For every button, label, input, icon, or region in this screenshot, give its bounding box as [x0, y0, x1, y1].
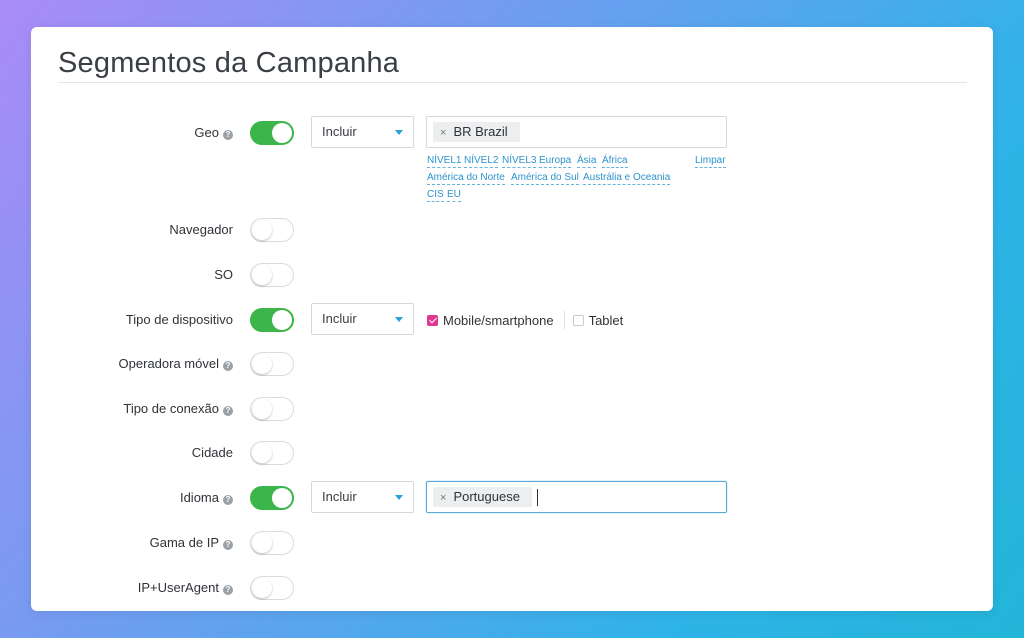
link-asia[interactable]: Ásia [577, 155, 597, 168]
idioma-mode-value: Incluir [322, 489, 357, 504]
link-australia[interactable]: Austrália e Oceania [583, 172, 671, 185]
so-label: SO [214, 267, 233, 282]
toggle-knob [272, 310, 292, 330]
text-cursor [537, 489, 538, 506]
tipo-conexao-label-text: Tipo de conexão [123, 401, 219, 416]
gama-ip-toggle[interactable] [250, 531, 294, 555]
operadora-label: Operadora móvel? [119, 347, 233, 381]
cidade-label: Cidade [191, 445, 233, 460]
campaign-segments-card: Segmentos da Campanha Geo? Incluir × BR B… [31, 27, 993, 611]
row-geo: Geo? Incluir × BR Brazil [31, 116, 993, 150]
idioma-tags-input[interactable]: × Portuguese [426, 481, 727, 513]
geo-mode-select[interactable]: Incluir [311, 116, 414, 148]
tipo-conexao-toggle[interactable] [250, 397, 294, 421]
geo-mode-value: Incluir [322, 124, 357, 139]
help-icon[interactable]: ? [223, 130, 233, 140]
geo-label: Geo? [194, 116, 233, 150]
row-idioma: Idioma? Incluir × Portuguese [31, 481, 993, 515]
help-icon[interactable]: ? [223, 540, 233, 550]
row-tipo-dispositivo: Tipo de dispositivo Incluir Mobile/smart… [31, 303, 993, 337]
navegador-label: Navegador [169, 222, 233, 237]
geo-label-text: Geo [194, 125, 219, 140]
toggle-knob [252, 533, 272, 553]
row-operadora: Operadora móvel? [31, 347, 993, 381]
remove-tag-icon[interactable]: × [440, 492, 446, 504]
tipo-dispositivo-mode-select[interactable]: Incluir [311, 303, 414, 335]
geo-tag-text: BR Brazil [453, 124, 508, 139]
link-limpar[interactable]: Limpar [695, 155, 726, 168]
navegador-toggle[interactable] [250, 218, 294, 242]
ip-useragent-label: IP+UserAgent? [138, 571, 233, 605]
toggle-knob [252, 443, 272, 463]
tipo-dispositivo-toggle[interactable] [250, 308, 294, 332]
caret-down-icon [395, 130, 403, 135]
link-nivel3[interactable]: NÍVEL3 [502, 155, 537, 168]
row-cidade: Cidade [31, 436, 993, 470]
gama-ip-label: Gama de IP? [150, 526, 233, 560]
idioma-tag-text: Portuguese [453, 489, 520, 504]
caret-down-icon [395, 495, 403, 500]
toggle-knob [252, 399, 272, 419]
geo-tag: × BR Brazil [433, 122, 520, 142]
toggle-knob [272, 488, 292, 508]
toggle-knob [252, 578, 272, 598]
row-gama-ip: Gama de IP? [31, 526, 993, 560]
ip-useragent-label-text: IP+UserAgent [137, 580, 219, 595]
link-nivel2[interactable]: NÍVEL2 [464, 155, 499, 168]
mobile-label[interactable]: Mobile/smartphone [443, 313, 554, 328]
device-type-options: Mobile/smartphone Tablet [427, 303, 623, 337]
link-cis[interactable]: CIS [427, 189, 444, 202]
row-navegador: Navegador [31, 213, 993, 247]
row-ip-useragent: IP+UserAgent? [31, 571, 993, 605]
link-nivel1[interactable]: NÍVEL1 [427, 155, 462, 168]
help-icon[interactable]: ? [223, 406, 233, 416]
toggle-knob [252, 265, 272, 285]
geo-tags-input[interactable]: × BR Brazil [426, 116, 727, 148]
tipo-dispositivo-label: Tipo de dispositivo [125, 312, 233, 327]
remove-tag-icon[interactable]: × [440, 127, 446, 139]
option-separator [563, 311, 565, 329]
row-tipo-conexao: Tipo de conexão? [31, 392, 993, 426]
title-divider [58, 82, 967, 83]
idioma-tag: × Portuguese [433, 487, 532, 507]
idioma-toggle[interactable] [250, 486, 294, 510]
tablet-checkbox[interactable] [572, 314, 584, 326]
toggle-knob [272, 123, 292, 143]
tipo-dispositivo-mode-value: Incluir [322, 311, 357, 326]
gama-ip-label-text: Gama de IP [149, 535, 219, 550]
toggle-knob [252, 220, 272, 240]
link-europa[interactable]: Europa [539, 155, 572, 168]
link-america-norte[interactable]: América do Norte [427, 172, 505, 185]
idioma-mode-select[interactable]: Incluir [311, 481, 414, 513]
link-america-sul[interactable]: América do Sul [511, 172, 579, 185]
row-so: SO [31, 258, 993, 292]
idioma-label-text: Idioma [179, 490, 219, 505]
help-icon[interactable]: ? [223, 495, 233, 505]
so-toggle[interactable] [250, 263, 294, 287]
help-icon[interactable]: ? [223, 361, 233, 371]
cidade-toggle[interactable] [250, 441, 294, 465]
tablet-label[interactable]: Tablet [589, 313, 624, 328]
link-eu[interactable]: EU [447, 189, 461, 202]
ip-useragent-toggle[interactable] [250, 576, 294, 600]
operadora-label-text: Operadora móvel [118, 356, 219, 371]
toggle-knob [252, 354, 272, 374]
caret-down-icon [395, 317, 403, 322]
geo-toggle[interactable] [250, 121, 294, 145]
help-icon[interactable]: ? [223, 585, 233, 595]
link-africa[interactable]: África [602, 155, 628, 168]
idioma-label: Idioma? [180, 481, 233, 515]
tipo-conexao-label: Tipo de conexão? [123, 392, 233, 426]
mobile-checkbox[interactable] [427, 314, 438, 326]
page-title: Segmentos da Campanha [58, 47, 400, 79]
operadora-toggle[interactable] [250, 352, 294, 376]
